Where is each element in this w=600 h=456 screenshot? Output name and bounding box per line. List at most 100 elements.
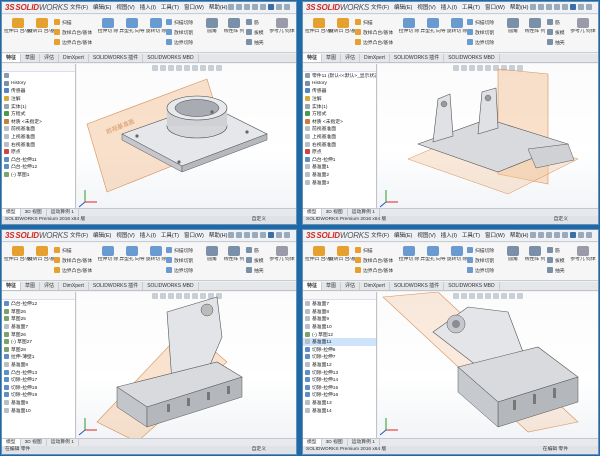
tab-1[interactable]: 草图 [21,282,41,290]
tree-item[interactable]: (-) 草图1 [2,171,75,179]
menu-item[interactable]: 文件(F) [70,3,88,11]
boundary-button[interactable]: 边界凸台/基体 [355,38,393,46]
undo-icon[interactable] [260,4,266,10]
rebuild-icon[interactable] [276,232,282,238]
model-tab-1[interactable]: 3D 视图 [322,439,348,446]
loft-button[interactable]: 放样凸台/基体 [355,28,393,36]
model-tab-0[interactable]: 模型 [303,439,322,446]
tree-item[interactable]: 基准面14 [303,406,376,414]
model-tab-0[interactable]: 模型 [303,209,322,216]
menu-item[interactable]: 帮助(H) [209,231,228,239]
print-icon[interactable] [554,232,560,238]
tree-item[interactable]: 零件11 (默认<<默认>_显示状态 1>) [303,72,376,80]
tree-item[interactable]: 切除-拉伸18 [2,384,75,392]
menu-item[interactable]: 视图(V) [417,3,435,11]
tree-item[interactable]: 方程式 [2,110,75,118]
tree-item[interactable]: 传感器 [2,87,75,95]
tab-2[interactable]: 评估 [341,282,361,290]
tree-item[interactable]: 右视基准面 [2,140,75,148]
shell-button[interactable]: 抽壳 [547,266,565,274]
shell-button[interactable]: 抽壳 [246,266,264,274]
menu-item[interactable]: 窗口(W) [485,231,505,239]
tree-item[interactable]: 切除-拉伸16 [303,391,376,399]
tree-item[interactable]: History [303,80,376,88]
tab-2[interactable]: 评估 [40,54,60,62]
sweep-cut-button[interactable]: 扫描切除 [166,246,193,254]
loft-button[interactable]: 放样凸台/基体 [355,256,393,264]
loft-cut-button[interactable]: 放样切割 [467,28,494,36]
model-tab-2[interactable]: 运动算例 1 [47,439,79,446]
tree-item[interactable]: 原点 [303,148,376,156]
menu-item[interactable]: 窗口(W) [184,231,204,239]
sweep-cut-button[interactable]: 扫描切除 [166,18,193,26]
select-icon[interactable] [570,4,576,10]
graphics-area[interactable] [378,64,598,208]
tab-4[interactable]: SOLIDWORKS 插件 [390,282,445,290]
menu-item[interactable]: 编辑(E) [93,231,111,239]
status-right-text[interactable]: 自定义 [252,216,266,224]
tree-item[interactable]: 实体(1) [303,102,376,110]
menu-item[interactable]: 工具(T) [462,3,480,11]
rib-button[interactable]: 筋 [547,18,560,26]
menu-item[interactable]: 工具(T) [161,231,179,239]
tab-0[interactable]: 特征 [2,282,22,290]
tree-item[interactable]: 切除-拉伸7 [303,353,376,361]
sweep-button[interactable]: 扫描 [54,246,72,254]
menu-item[interactable]: 窗口(W) [184,3,204,11]
tree-item[interactable]: 切除-拉伸14 [303,376,376,384]
boundary-cut-button[interactable]: 边界切除 [166,38,193,46]
tree-item[interactable]: 基准面3 [303,178,376,186]
new-icon[interactable] [228,232,234,238]
model-tab-1[interactable]: 3D 视图 [322,209,348,216]
undo-icon[interactable] [260,232,266,238]
reference-geometry-button[interactable]: 参考几 何体 [569,18,597,35]
tab-3[interactable]: DimXpert [360,282,390,290]
rebuild-icon[interactable] [276,4,282,10]
print-icon[interactable] [252,232,258,238]
menu-item[interactable]: 帮助(H) [510,231,529,239]
tab-4[interactable]: SOLIDWORKS 插件 [390,54,445,62]
options-icon[interactable] [586,4,592,10]
menu-item[interactable]: 插入(I) [441,3,457,11]
new-icon[interactable] [530,232,536,238]
boundary-button[interactable]: 边界凸台/基体 [355,266,393,274]
model-tab-0[interactable]: 模型 [2,439,21,446]
tree-item[interactable]: 上视基准面 [2,133,75,141]
tree-item[interactable]: (-) 草图27 [2,338,75,346]
model-tab-2[interactable]: 运动算例 1 [47,209,79,216]
shell-button[interactable]: 抽壳 [246,38,264,46]
menu-item[interactable]: 编辑(E) [93,3,111,11]
tree-item[interactable]: 基准面9 [303,315,376,323]
save-icon[interactable] [244,4,250,10]
tree-item[interactable]: 切除-拉伸13 [303,368,376,376]
model-tab-2[interactable]: 运动算例 1 [348,209,380,216]
reference-geometry-button[interactable]: 参考几 何体 [268,246,296,263]
menu-item[interactable]: 编辑(E) [394,231,412,239]
tree-item[interactable]: History [2,80,75,88]
status-right-text[interactable]: 在编辑 零件 [543,446,568,454]
revolve-boss-button[interactable]: 旋转凸 台/基体 [329,246,357,263]
tree-item[interactable]: 凸台-拉伸12 [2,163,75,171]
boundary-cut-button[interactable]: 边界切除 [467,38,494,46]
menu-item[interactable]: 文件(F) [371,3,389,11]
tree-item[interactable]: 基准面7 [303,300,376,308]
new-icon[interactable] [228,4,234,10]
tree-item[interactable]: 基准面9 [2,399,75,407]
tree-item[interactable]: 切除-拉伸6 [303,346,376,354]
revolve-boss-button[interactable]: 旋转凸 台/基体 [28,246,56,263]
sweep-cut-button[interactable]: 扫描切除 [467,18,494,26]
tree-item[interactable]: (-) 草图12 [303,330,376,338]
tree-item[interactable]: 拉伸-薄壁1 [2,353,75,361]
options-icon[interactable] [284,4,290,10]
draft-button[interactable]: 拔模 [246,28,264,36]
menu-item[interactable]: 插入(I) [140,3,156,11]
tab-5[interactable]: SOLIDWORKS MBD [143,54,199,62]
tree-item[interactable] [2,72,75,80]
tab-4[interactable]: SOLIDWORKS 插件 [89,282,144,290]
undo-icon[interactable] [562,232,568,238]
status-right-text[interactable]: 自定义 [554,216,568,224]
tree-item[interactable]: 草图25 [2,315,75,323]
open-icon[interactable] [236,4,242,10]
status-right-text[interactable]: 自定义 [252,446,266,454]
undo-icon[interactable] [562,4,568,10]
